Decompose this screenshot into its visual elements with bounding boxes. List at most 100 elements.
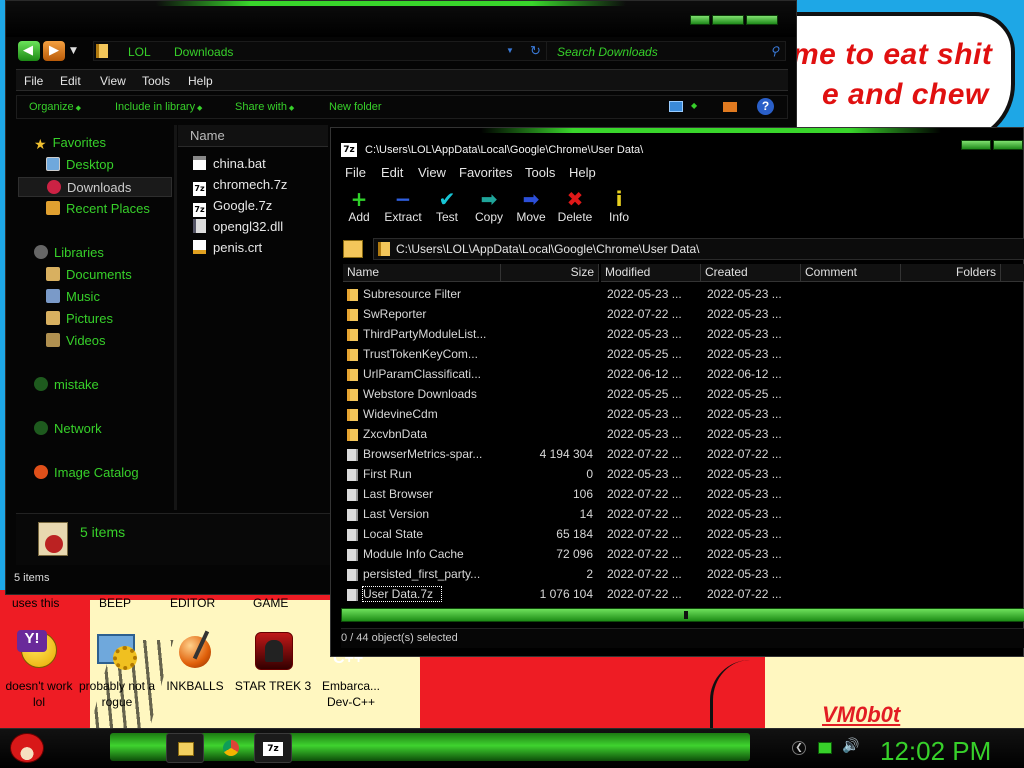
- search-input[interactable]: Search Downloads ⚲: [546, 41, 786, 61]
- taskbar-7zip-button[interactable]: 7z: [254, 733, 292, 763]
- desktop-icon-star-trek[interactable]: STAR TREK 3: [234, 630, 312, 694]
- new-folder-button[interactable]: New folder: [329, 101, 382, 113]
- share-with-button[interactable]: Share with: [235, 101, 294, 113]
- test-button[interactable]: ✔ Test: [425, 188, 469, 224]
- breadcrumb-item[interactable]: LOL: [128, 45, 151, 59]
- menu-help[interactable]: Help: [569, 165, 596, 180]
- refresh-icon[interactable]: ↻: [530, 43, 541, 59]
- table-row[interactable]: WidevineCdm 2022-05-23 ... 2022-05-23 ...: [343, 404, 1024, 424]
- volume-icon[interactable]: 🔊: [842, 738, 859, 754]
- nav-image-catalog[interactable]: Image Catalog: [34, 463, 139, 483]
- taskbar-explorer-button[interactable]: [166, 733, 204, 763]
- network-icon[interactable]: [818, 742, 832, 754]
- column-header-extra[interactable]: [1001, 264, 1024, 282]
- clock[interactable]: 12:02 PM: [880, 736, 991, 767]
- nav-videos[interactable]: Videos: [46, 331, 106, 351]
- forward-button[interactable]: ▶: [43, 41, 65, 61]
- include-in-library-button[interactable]: Include in library: [115, 101, 202, 113]
- minimize-button[interactable]: [961, 140, 991, 150]
- nav-libraries[interactable]: Libraries: [34, 243, 104, 263]
- menu-tools[interactable]: Tools: [142, 74, 170, 88]
- nav-mistake[interactable]: mistake: [34, 375, 99, 395]
- table-row[interactable]: First Run 0 2022-05-23 ... 2022-05-23 ...: [343, 464, 1024, 484]
- menu-favorites[interactable]: Favorites: [459, 165, 512, 180]
- file-item[interactable]: penis.crt: [193, 240, 262, 260]
- desktop-icon-label-cut[interactable]: GAME: [253, 596, 288, 610]
- horizontal-scrollbar[interactable]: [341, 608, 1024, 622]
- nav-network[interactable]: Network: [34, 419, 102, 439]
- extract-button[interactable]: − Extract: [381, 188, 425, 224]
- explorer-titlebar[interactable]: [6, 1, 796, 37]
- table-row[interactable]: Module Info Cache 72 096 2022-07-22 ... 202…: [343, 544, 1024, 564]
- minimize-button[interactable]: [690, 15, 710, 25]
- menu-view[interactable]: View: [100, 74, 126, 88]
- view-options-icon[interactable]: [669, 101, 683, 112]
- view-dropdown-icon[interactable]: ◆: [691, 101, 697, 110]
- start-button[interactable]: [6, 729, 50, 767]
- menu-tools[interactable]: Tools: [525, 165, 555, 180]
- file-item[interactable]: 7z Google.7z: [193, 198, 272, 218]
- table-row[interactable]: ThirdPartyModuleList... 2022-05-23 ... 202…: [343, 324, 1024, 344]
- table-row[interactable]: Subresource Filter 2022-05-23 ... 2022-05-…: [343, 284, 1024, 304]
- table-row[interactable]: ZxcvbnData 2022-05-23 ... 2022-05-23 ...: [343, 424, 1024, 444]
- address-bar[interactable]: LOL Downloads ▼ ↻: [93, 41, 558, 61]
- 7zip-titlebar[interactable]: 7z C:\Users\LOL\AppData\Local\Google\Chr…: [331, 128, 1023, 164]
- menu-view[interactable]: View: [418, 165, 446, 180]
- file-item[interactable]: 7z chromech.7z: [193, 177, 287, 197]
- path-input[interactable]: C:\Users\LOL\AppData\Local\Google\Chrome…: [373, 238, 1024, 260]
- column-header-name[interactable]: Name: [178, 125, 328, 147]
- nav-downloads[interactable]: Downloads: [18, 177, 172, 197]
- address-dropdown-icon[interactable]: ▼: [506, 46, 514, 55]
- pane-splitter[interactable]: [174, 125, 177, 510]
- menu-edit[interactable]: Edit: [60, 74, 81, 88]
- organize-button[interactable]: Organize: [29, 101, 81, 113]
- nav-favorites[interactable]: ★ Favorites: [34, 133, 106, 153]
- menu-file[interactable]: File: [345, 165, 366, 180]
- scrollbar-thumb[interactable]: [684, 611, 688, 619]
- table-row[interactable]: BrowserMetrics-spar... 4 194 304 2022-07-2…: [343, 444, 1024, 464]
- history-dropdown-icon[interactable]: ▼: [70, 46, 77, 56]
- table-row[interactable]: SwReporter 2022-07-22 ... 2022-05-23 ...: [343, 304, 1024, 324]
- table-row[interactable]: Local State 65 184 2022-07-22 ... 2022-05-2…: [343, 524, 1024, 544]
- close-button[interactable]: [746, 15, 778, 25]
- move-button[interactable]: ➡ Move: [509, 188, 553, 224]
- column-header-name[interactable]: Name: [343, 264, 501, 282]
- nav-desktop[interactable]: Desktop: [46, 155, 114, 175]
- file-item[interactable]: opengl32.dll: [193, 219, 283, 239]
- maximize-button[interactable]: [993, 140, 1023, 150]
- column-header-size[interactable]: Size: [501, 264, 599, 282]
- table-row[interactable]: persisted_first_party... 2 2022-07-22 ... 2…: [343, 564, 1024, 584]
- table-row[interactable]: TrustTokenKeyCom... 2022-05-25 ... 2022-05…: [343, 344, 1024, 364]
- table-row[interactable]: User Data.7z 1 076 104 2022-07-22 ... 2022-…: [343, 584, 1024, 604]
- desktop-icon-label-cut[interactable]: uses this: [12, 596, 59, 610]
- nav-music[interactable]: Music: [46, 287, 100, 307]
- up-folder-button[interactable]: [343, 240, 363, 258]
- taskbar-chrome-button[interactable]: [212, 733, 250, 763]
- menu-edit[interactable]: Edit: [381, 165, 403, 180]
- desktop-icon-yahoo[interactable]: Y! doesn't work lol: [0, 630, 78, 710]
- breadcrumb-item[interactable]: Downloads: [174, 45, 233, 59]
- preview-pane-icon[interactable]: [723, 102, 737, 112]
- delete-button[interactable]: ✖ Delete: [553, 188, 597, 224]
- back-arrow-icon[interactable]: ❮: [792, 741, 806, 755]
- menu-help[interactable]: Help: [188, 74, 213, 88]
- help-icon[interactable]: ?: [757, 98, 774, 115]
- table-row[interactable]: Last Browser 106 2022-07-22 ... 2022-05-23 …: [343, 484, 1024, 504]
- desktop-icon-settings[interactable]: probably not a rogue: [78, 630, 156, 710]
- maximize-button[interactable]: [712, 15, 744, 25]
- desktop-icon-inkballs[interactable]: INKBALLS: [156, 630, 234, 694]
- table-row[interactable]: UrlParamClassificati... 2022-06-12 ... 202…: [343, 364, 1024, 384]
- column-header-comment[interactable]: Comment: [801, 264, 901, 282]
- nav-documents[interactable]: Documents: [46, 265, 132, 285]
- file-item[interactable]: china.bat: [193, 156, 266, 176]
- nav-recent-places[interactable]: Recent Places: [46, 199, 150, 219]
- column-header-folders[interactable]: Folders: [901, 264, 1001, 282]
- copy-button[interactable]: ➡ Copy: [467, 188, 511, 224]
- nav-pictures[interactable]: Pictures: [46, 309, 113, 329]
- desktop-icon-label-cut[interactable]: EDITOR: [170, 596, 215, 610]
- 7zip-window[interactable]: 7z C:\Users\LOL\AppData\Local\Google\Chr…: [330, 127, 1024, 657]
- info-button[interactable]: i Info: [597, 188, 641, 224]
- table-row[interactable]: Last Version 14 2022-07-22 ... 2022-05-23 .…: [343, 504, 1024, 524]
- menu-file[interactable]: File: [24, 74, 43, 88]
- column-header-modified[interactable]: Modified: [601, 264, 701, 282]
